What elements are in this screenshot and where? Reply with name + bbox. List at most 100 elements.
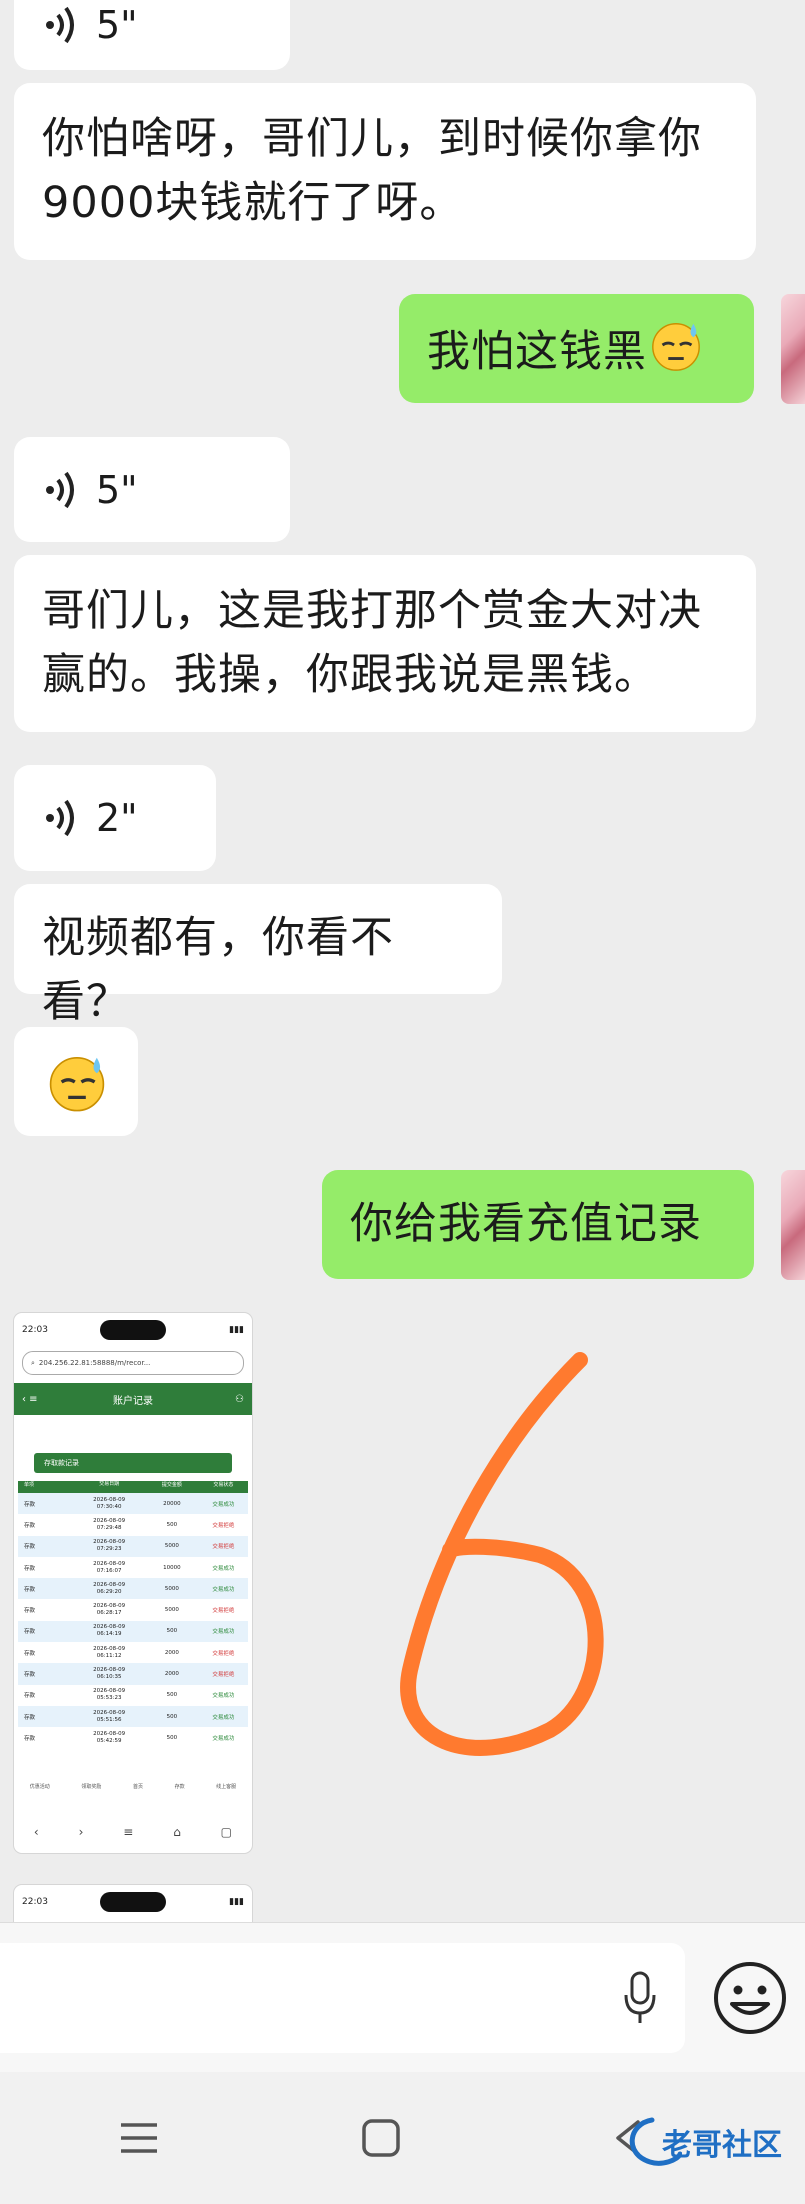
row-type: 存款 [24,1522,36,1529]
row-amount: 500 [166,1713,178,1720]
message-bubble[interactable]: 你怕啥呀，哥们儿，到时候你拿你 9000块钱就行了呀。 [14,83,756,260]
row-amount: 500 [166,1521,178,1528]
voice-message[interactable]: 2" [14,765,216,871]
screenshot-image[interactable]: 22:03 ▮▮▮ [14,1885,252,1922]
thumb-nav-item: 首页 [132,1784,143,1790]
row-date-time: 05:53:23 [96,1695,122,1702]
thumb-url-bar: ⌕ 204.256.22.81:58888/m/recor... [22,1351,244,1375]
thumb-button-label: 存取款记录 [44,1459,79,1467]
recent-apps-icon[interactable] [119,2121,159,2155]
row-date-day: 2026-08-09 [93,1603,126,1610]
voice-duration: 5" [96,467,138,512]
th-cell: 提交金额 [161,1482,182,1488]
row-date: 2026-08-09 07:16:07 [73,1561,145,1575]
thumb-table: 单项 交易日期 提交金额 交易状态 存款 2026-08-09 07:30:40 20… [18,1481,248,1749]
thumb-nav-item: 领取奖励 [81,1784,102,1790]
row-date-day: 2026-08-09 [93,1730,126,1737]
voice-wave-icon [46,799,74,837]
message-text: 你怕啥呀，哥们儿，到时候你拿你 9000块钱就行了呀。 [14,83,756,235]
tabs-icon: ▢ [220,1825,233,1839]
thumb-status-bar: 22:03 ▮▮▮ [14,1885,252,1919]
thumb-status-bar: 22:03 ▮▮▮ [14,1313,252,1347]
message-line: 哥们儿，这是我打那个赏金大对决 [42,586,702,636]
row-date-time: 06:10:35 [96,1674,122,1681]
row-status: 交易成功 [212,1629,235,1636]
message-bubble[interactable]: 哥们儿，这是我打那个赏金大对决 赢的。我操，你跟我说是黑钱。 [14,555,756,732]
thumb-nav-item: 优惠活动 [29,1784,50,1790]
row-date-day: 2026-08-09 [93,1667,126,1674]
row-date-time: 05:51:56 [96,1716,122,1723]
chat-area[interactable]: 5" 你怕啥呀，哥们儿，到时候你拿你 9000块钱就行了呀。 我怕这钱黑 5" … [0,0,805,1922]
message-input[interactable] [0,1943,685,2053]
thumb-bottom-nav: 优惠活动 领取奖励 首页 存款 线上客服 [14,1783,252,1809]
microphone-icon[interactable] [623,1971,657,2025]
row-date-day: 2026-08-09 [93,1645,126,1652]
avatar[interactable] [781,294,805,404]
screenshot-image[interactable]: 22:03 ▮▮▮ ⌕ 204.256.22.81:58888/m/recor.… [14,1313,252,1853]
thumb-table-row: 存款 2026-08-09 05:51:56 500 交易成功 [18,1705,248,1728]
row-amount: 5000 [164,1585,179,1592]
row-date: 2026-08-09 06:29:20 [73,1582,145,1596]
row-date: 2026-08-09 07:29:23 [73,1539,145,1553]
row-type: 存款 [24,1501,36,1508]
input-bar [0,1922,805,2073]
row-date-time: 07:29:48 [96,1524,122,1531]
avatar[interactable] [781,1170,805,1280]
row-date-day: 2026-08-09 [93,1581,126,1588]
thumb-table-row: 存款 2026-08-09 07:29:23 5000 交易拒绝 [18,1535,248,1557]
row-amount: 500 [166,1692,178,1699]
message-line: 你给我看充值记录 [350,1199,702,1249]
voice-message[interactable]: 5" [14,0,290,70]
row-date-time: 06:11:12 [96,1652,122,1659]
row-date-time: 07:30:40 [96,1503,122,1510]
thumb-table-row: 存款 2026-08-09 06:11:12 2000 交易拒绝 [18,1642,248,1664]
row-date-time: 06:28:17 [96,1610,122,1617]
row-status: 交易成功 [212,1693,235,1700]
thumb-table-row: 存款 2026-08-09 05:42:59 500 交易成功 [18,1727,248,1749]
row-status: 交易拒绝 [212,1672,235,1679]
row-date: 2026-08-09 06:14:19 [73,1624,145,1638]
th-cell: 交易日期 [99,1481,120,1487]
row-date-day: 2026-08-09 [93,1560,126,1567]
row-date-time: 07:16:07 [96,1567,122,1574]
search-icon: ⌕ [31,1358,35,1367]
voice-message[interactable]: 5" [14,437,290,542]
row-date-day: 2026-08-09 [93,1517,126,1524]
thumb-table-row: 存款 2026-08-09 06:28:17 5000 交易拒绝 [18,1599,248,1621]
row-date-time: 07:29:23 [96,1546,122,1553]
row-date: 2026-08-09 06:10:35 [73,1667,145,1681]
sweat-emoji-icon [49,1056,105,1112]
thumb-table-row: 存款 2026-08-09 06:10:35 2000 交易拒绝 [18,1663,248,1685]
menu-icon: ≡ [123,1825,134,1839]
row-date: 2026-08-09 07:30:40 [73,1497,145,1511]
message-bubble-outgoing[interactable]: 你给我看充值记录 [322,1170,754,1279]
message-bubble[interactable]: 视频都有，你看不看？ [14,884,502,1027]
user-icon: ⚇ [235,1393,244,1405]
thumb-record-button: 存取款记录 [34,1453,232,1473]
row-date: 2026-08-09 06:28:17 [73,1603,145,1617]
message-line: 9000块钱就行了呀。 [42,178,464,228]
emoji-message[interactable] [14,1027,138,1136]
thumb-table-row: 存款 2026-08-09 06:29:20 5000 交易成功 [18,1578,248,1600]
message-bubble-outgoing[interactable]: 我怕这钱黑 [399,294,754,403]
row-date-day: 2026-08-09 [93,1496,126,1503]
row-status: 交易拒绝 [212,1522,235,1529]
row-date: 2026-08-09 06:11:12 [73,1646,145,1660]
home-icon[interactable] [361,2118,401,2158]
emoji-picker-icon[interactable] [712,1960,788,2036]
message-text: 我怕这钱黑 [399,294,754,384]
row-date-day: 2026-08-09 [93,1624,126,1631]
thumb-header: ‹ ≡ 账户记录 ⚇ [14,1383,252,1415]
thumb-table-row: 存款 2026-08-09 07:16:07 10000 交易成功 [18,1556,248,1579]
voice-wave-icon [46,471,74,508]
voice-duration: 5" [96,3,138,47]
forward-icon: › [78,1825,84,1839]
system-nav-bar: 老哥社区 [0,2072,805,2204]
message-line: 赢的。我操，你跟我说是黑钱。 [42,650,658,700]
row-amount: 2000 [164,1649,179,1656]
row-status: 交易拒绝 [212,1608,235,1615]
message-line: 我怕这钱黑 [427,327,647,377]
row-type: 存款 [24,1629,36,1636]
thumb-table-header: 单项 交易日期 提交金额 交易状态 [18,1481,248,1493]
thumb-nav-item: 存款 [174,1784,185,1790]
